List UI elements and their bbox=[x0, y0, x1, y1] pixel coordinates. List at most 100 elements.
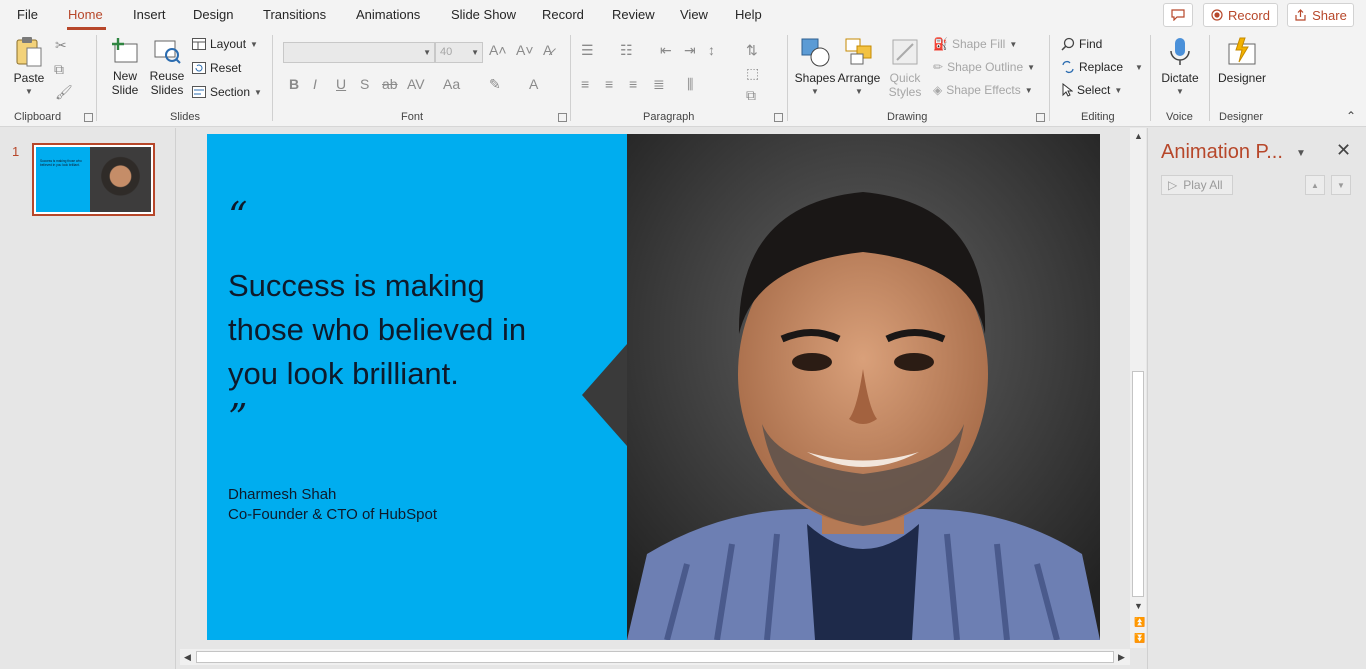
font-launcher-icon[interactable] bbox=[558, 113, 567, 122]
quick-styles-icon bbox=[892, 39, 918, 65]
vertical-scroll-thumb[interactable] bbox=[1132, 371, 1144, 597]
clipboard-launcher-icon[interactable] bbox=[84, 113, 93, 122]
cut-icon[interactable]: ✂ bbox=[55, 37, 67, 54]
font-name-combo[interactable]: ▼ bbox=[283, 42, 435, 63]
horizontal-scrollbar[interactable]: ◀ ▶ bbox=[180, 649, 1130, 665]
layout-button[interactable]: Layout ▼ bbox=[192, 37, 258, 51]
dictate-button[interactable]: Dictate ▼ bbox=[1158, 36, 1202, 99]
format-painter-icon[interactable]: 🖌 bbox=[55, 84, 73, 101]
previous-slide-icon[interactable]: ⏫ bbox=[1134, 617, 1145, 628]
character-spacing-icon[interactable]: AV bbox=[407, 76, 425, 92]
clear-formatting-icon[interactable]: A̷ bbox=[543, 42, 552, 58]
increase-indent-icon[interactable]: ⇥ bbox=[684, 42, 696, 59]
designer-button[interactable]: Designer bbox=[1216, 36, 1268, 85]
vertical-scrollbar[interactable]: ▲ ▼ ⏫ ⏬ bbox=[1130, 128, 1146, 648]
columns-icon[interactable]: ⫼ bbox=[687, 76, 693, 93]
arrange-button[interactable]: Arrange ▼ bbox=[837, 36, 881, 99]
shape-outline-button[interactable]: ✏ Shape Outline ▼ bbox=[933, 60, 1035, 74]
decrease-font-size-icon[interactable]: A˅ bbox=[516, 42, 534, 58]
tab-help[interactable]: Help bbox=[735, 7, 762, 22]
text-shadow-icon[interactable]: S bbox=[360, 76, 369, 92]
smartart-icon[interactable]: ⧉ bbox=[746, 87, 756, 104]
section-button[interactable]: Section ▼ bbox=[192, 85, 262, 99]
tab-animations[interactable]: Animations bbox=[356, 7, 420, 22]
portrait-photo[interactable] bbox=[627, 134, 1100, 640]
open-quote-mark: “ bbox=[228, 194, 248, 238]
move-earlier-button[interactable]: ▲ bbox=[1305, 175, 1325, 195]
tab-review[interactable]: Review bbox=[612, 7, 655, 22]
change-case-icon[interactable]: Aa bbox=[443, 76, 460, 92]
shape-fill-label: Shape Fill bbox=[951, 37, 1006, 51]
quote-text-box[interactable]: Success is making those who believed in … bbox=[228, 264, 598, 396]
new-slide-button[interactable]: New Slide bbox=[105, 36, 145, 97]
font-color-icon[interactable]: A bbox=[529, 76, 538, 92]
align-left-icon[interactable]: ≡ bbox=[581, 76, 589, 92]
scroll-right-icon[interactable]: ▶ bbox=[1118, 652, 1125, 663]
line-spacing-icon[interactable]: ↕ bbox=[708, 42, 715, 58]
tab-record[interactable]: Record bbox=[542, 7, 584, 22]
group-separator bbox=[1049, 35, 1050, 121]
close-icon[interactable]: ✕ bbox=[1336, 140, 1351, 161]
shape-effects-button[interactable]: ◈ Shape Effects ▼ bbox=[933, 83, 1033, 97]
align-right-icon[interactable]: ≡ bbox=[629, 76, 637, 92]
highlight-color-icon[interactable]: ✎ bbox=[489, 76, 501, 93]
share-button[interactable]: Share bbox=[1287, 3, 1354, 27]
comments-button[interactable] bbox=[1163, 3, 1193, 27]
group-separator bbox=[1209, 35, 1210, 121]
scroll-left-icon[interactable]: ◀ bbox=[184, 652, 191, 663]
scroll-up-icon[interactable]: ▲ bbox=[1134, 131, 1143, 141]
paste-button[interactable]: Paste ▼ bbox=[12, 36, 46, 99]
tab-slide-show[interactable]: Slide Show bbox=[451, 7, 516, 22]
play-all-button[interactable]: ▷ Play All bbox=[1161, 175, 1233, 195]
copy-icon[interactable]: ⧉ bbox=[54, 61, 64, 78]
numbering-icon[interactable]: ☷ bbox=[620, 42, 633, 59]
select-button[interactable]: Select ▼ bbox=[1061, 83, 1122, 97]
slide-canvas[interactable]: “ Success is making those who believed i… bbox=[207, 134, 1100, 640]
bullets-icon[interactable]: ☰ bbox=[581, 42, 594, 59]
tab-file[interactable]: File bbox=[17, 7, 38, 22]
group-separator bbox=[96, 35, 97, 121]
replace-button[interactable]: Replace ▼ bbox=[1061, 60, 1143, 74]
shape-fill-button[interactable]: ⛽ Shape Fill ▼ bbox=[933, 37, 1017, 51]
chevron-down-icon: ▼ bbox=[1337, 180, 1345, 190]
strikethrough-icon[interactable]: ab bbox=[382, 76, 398, 92]
increase-font-size-icon[interactable]: A˄ bbox=[489, 42, 507, 58]
arrange-icon bbox=[845, 38, 872, 65]
text-direction-icon[interactable]: ⇅ bbox=[746, 42, 758, 59]
align-center-icon[interactable]: ≡ bbox=[605, 76, 613, 92]
bold-icon[interactable]: B bbox=[289, 76, 299, 92]
shapes-button[interactable]: Shapes ▼ bbox=[794, 36, 836, 99]
next-slide-icon[interactable]: ⏬ bbox=[1134, 633, 1145, 644]
reset-button[interactable]: Reset bbox=[192, 61, 241, 75]
underline-icon[interactable]: U bbox=[336, 76, 346, 92]
tab-view[interactable]: View bbox=[680, 7, 708, 22]
decrease-indent-icon[interactable]: ⇤ bbox=[660, 42, 672, 59]
align-text-icon[interactable]: ⬚ bbox=[746, 65, 759, 82]
shape-outline-label: Shape Outline bbox=[947, 60, 1024, 74]
collapse-ribbon-icon[interactable]: ⌃ bbox=[1346, 109, 1356, 123]
pane-options-chevron-icon[interactable]: ▼ bbox=[1296, 148, 1306, 159]
find-label: Find bbox=[1079, 37, 1103, 51]
horizontal-scroll-thumb[interactable] bbox=[196, 651, 1114, 663]
move-later-button[interactable]: ▼ bbox=[1331, 175, 1351, 195]
slide-editing-area: “ Success is making those who believed i… bbox=[177, 128, 1146, 669]
tab-home[interactable]: Home bbox=[68, 7, 103, 22]
font-size-combo[interactable]: 40 ▼ bbox=[435, 42, 483, 63]
paragraph-launcher-icon[interactable] bbox=[774, 113, 783, 122]
designer-icon bbox=[1228, 37, 1256, 65]
scroll-down-icon[interactable]: ▼ bbox=[1134, 601, 1143, 611]
clipboard-paste-icon bbox=[16, 37, 42, 67]
tab-transitions[interactable]: Transitions bbox=[263, 7, 326, 22]
tab-insert[interactable]: Insert bbox=[133, 7, 166, 22]
reuse-slides-button[interactable]: Reuse Slides bbox=[148, 36, 186, 97]
record-button[interactable]: Record bbox=[1203, 3, 1278, 27]
author-text-box[interactable]: Dharmesh Shah Co-Founder & CTO of HubSpo… bbox=[228, 485, 437, 525]
justify-icon[interactable]: ≣ bbox=[653, 76, 665, 93]
italic-icon[interactable]: I bbox=[313, 76, 317, 92]
drawing-launcher-icon[interactable] bbox=[1036, 113, 1045, 122]
find-button[interactable]: Find bbox=[1061, 37, 1102, 51]
quick-styles-button[interactable]: Quick Styles bbox=[883, 36, 927, 99]
group-label-slides: Slides bbox=[170, 111, 200, 123]
tab-design[interactable]: Design bbox=[193, 7, 233, 22]
slide-thumbnail[interactable]: Success is making those who believed in … bbox=[32, 143, 155, 216]
